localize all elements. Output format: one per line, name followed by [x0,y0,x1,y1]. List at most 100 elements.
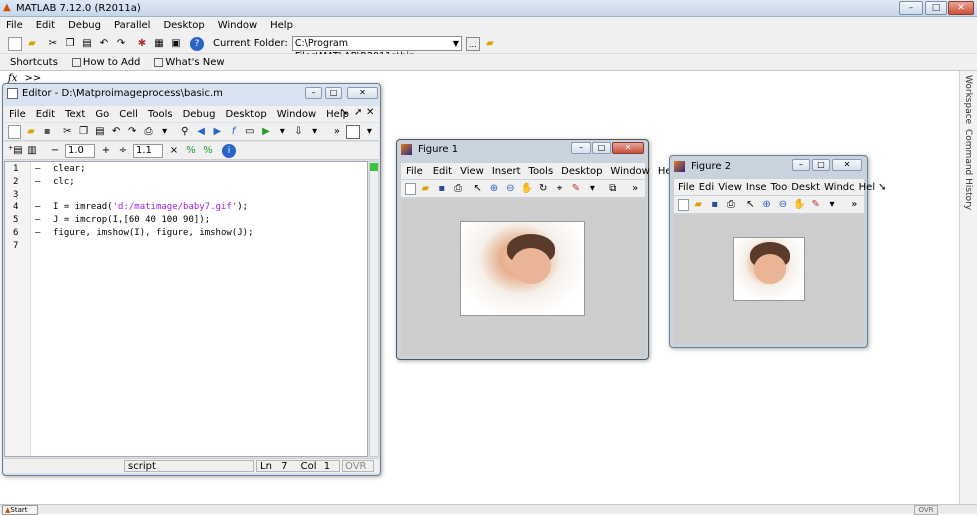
toolbar-overflow-icon[interactable]: » [629,182,642,196]
open-folder-icon[interactable]: ▰ [692,198,705,212]
link-icon[interactable]: ⧉ [606,182,619,196]
code-line[interactable]: 1 – clear; [13,163,363,176]
figure1-menu-edit[interactable]: Edit [433,166,452,177]
command-history-tab[interactable]: Command History [963,129,973,210]
figure2-menu-help[interactable]: Hel [859,182,875,193]
code-line[interactable]: 4 – I = imread('d:/matimage/baby7.gif'); [13,201,363,214]
print-icon[interactable]: ⎙ [142,125,155,139]
pan-hand-icon[interactable]: ✋ [520,182,533,196]
figure1-menu-view[interactable]: View [460,166,484,177]
zoom-in-icon[interactable]: ⊕ [760,198,773,212]
editor-undock-icon[interactable]: ➘ [340,107,348,118]
browse-folder-icon[interactable]: … [465,36,480,51]
layout-dropdown-icon[interactable]: ▾ [363,125,376,139]
print-dropdown-icon[interactable]: ▾ [158,125,171,139]
figure1-menu-tools[interactable]: Tools [529,166,554,177]
cell-divide-button[interactable]: ÷ [116,144,130,158]
open-folder-icon[interactable]: ▰ [24,125,37,139]
cut-icon[interactable]: ✂ [46,37,60,51]
save-icon[interactable]: ▪ [41,125,54,139]
editor-menu-close-icon[interactable]: ✕ [366,107,374,118]
line-marker[interactable]: – [35,214,53,227]
menu-parallel[interactable]: Parallel [114,20,150,31]
brush-icon[interactable]: ✎ [809,198,822,212]
brush-dropdown-icon[interactable]: ▾ [586,182,599,196]
figure2-menu-desktop[interactable]: Deskt [791,182,820,193]
open-folder-icon[interactable]: ▰ [419,182,432,196]
print-icon[interactable]: ⎙ [451,182,464,196]
breakpoint-icon[interactable]: ▭ [243,125,256,139]
new-file-icon[interactable] [8,124,22,139]
whats-new-link[interactable]: What's New [165,57,224,68]
brush-dropdown-icon[interactable]: ▾ [825,198,838,212]
folder-up-icon[interactable]: ▰ [483,37,497,51]
line-marker[interactable]: – [35,163,53,176]
how-to-add-link[interactable]: How to Add [83,57,141,68]
close-button[interactable]: ✕ [948,1,974,15]
find-icon[interactable]: ⚲ [178,125,191,139]
overflow-icon[interactable]: » [330,125,343,139]
simulink-icon[interactable]: ✱ [135,37,149,51]
figure2-menu-window[interactable]: Windc [824,182,855,193]
cell-eval-icon[interactable]: ▥ [25,144,39,158]
editor-menu-cell[interactable]: Cell [119,109,138,120]
new-figure-icon[interactable] [405,182,416,195]
figure1-menu-insert[interactable]: Insert [492,166,521,177]
code-line[interactable]: 3 [13,189,363,202]
uncomment-percent-icon[interactable]: % [201,144,215,158]
menu-window[interactable]: Window [218,20,257,31]
menu-edit[interactable]: Edit [36,20,55,31]
figure2-maximize-button[interactable]: □ [812,159,830,171]
layout-icon[interactable] [346,124,360,139]
profiler-icon[interactable]: ▣ [169,37,183,51]
cell-minus-button[interactable]: − [48,144,62,158]
undo-icon[interactable]: ↶ [109,125,122,139]
cut-icon[interactable]: ✂ [61,125,74,139]
editor-menu-file[interactable]: File [9,109,26,120]
code-line[interactable]: 7 [13,240,363,253]
toolbar-overflow-icon[interactable]: » [848,198,861,212]
cell-value-1-input[interactable]: 1.0 [65,143,95,158]
cell-times-button[interactable]: × [167,144,181,158]
insert-cell-icon[interactable]: ⁺▤ [8,144,23,158]
cell-plus-button[interactable]: + [99,144,113,158]
print-icon[interactable]: ⎙ [724,198,737,212]
editor-maximize-button[interactable]: □ [325,87,342,99]
figure2-menu-tools[interactable]: Too [771,182,788,193]
line-marker[interactable] [35,189,53,202]
current-folder-field[interactable]: C:\Program Files\MATLAB\R2011a\bin ▼ [291,36,462,62]
run-icon[interactable]: ▶ [259,125,272,139]
open-folder-icon[interactable]: ▰ [25,37,39,51]
function-icon[interactable]: f [227,125,240,139]
editor-menu-edit[interactable]: Edit [36,109,55,120]
figure2-menu-insert[interactable]: Inse [746,182,767,193]
undo-icon[interactable]: ↶ [97,37,111,51]
copy-icon[interactable]: ❐ [63,37,77,51]
back-icon[interactable]: ◀ [195,125,208,139]
rotate-icon[interactable]: ↻ [536,182,549,196]
pan-hand-icon[interactable]: ✋ [793,198,806,212]
save-icon[interactable]: ▪ [708,198,721,212]
menu-desktop[interactable]: Desktop [163,20,204,31]
editor-close-button[interactable]: ✕ [347,87,378,99]
figure1-menu-desktop[interactable]: Desktop [561,166,602,177]
forward-icon[interactable]: ▶ [211,125,224,139]
code-line[interactable]: 5 – J = imcrop(I,[60 40 100 90]); [13,214,363,227]
cell-help-icon[interactable]: i [222,143,236,158]
help-icon[interactable]: ? [190,36,204,51]
figure1-menu-file[interactable]: File [406,166,423,177]
figure1-minimize-button[interactable]: – [571,142,591,154]
run-dropdown-icon[interactable]: ▾ [276,125,289,139]
editor-dock-icon[interactable]: ➚ [354,107,362,118]
pointer-icon[interactable]: ↖ [471,182,484,196]
menu-debug[interactable]: Debug [68,20,101,31]
line-marker[interactable]: – [35,176,53,189]
figure2-menu-file[interactable]: File [678,182,695,193]
code-analyzer-indicator[interactable] [370,163,378,171]
debug-dropdown-icon[interactable]: ▾ [308,125,321,139]
save-icon[interactable]: ▪ [435,182,448,196]
editor-menu-tools[interactable]: Tools [148,109,173,120]
redo-icon[interactable]: ↷ [126,125,139,139]
cell-value-2-input[interactable]: 1.1 [133,143,163,158]
new-figure-icon[interactable] [678,198,689,211]
